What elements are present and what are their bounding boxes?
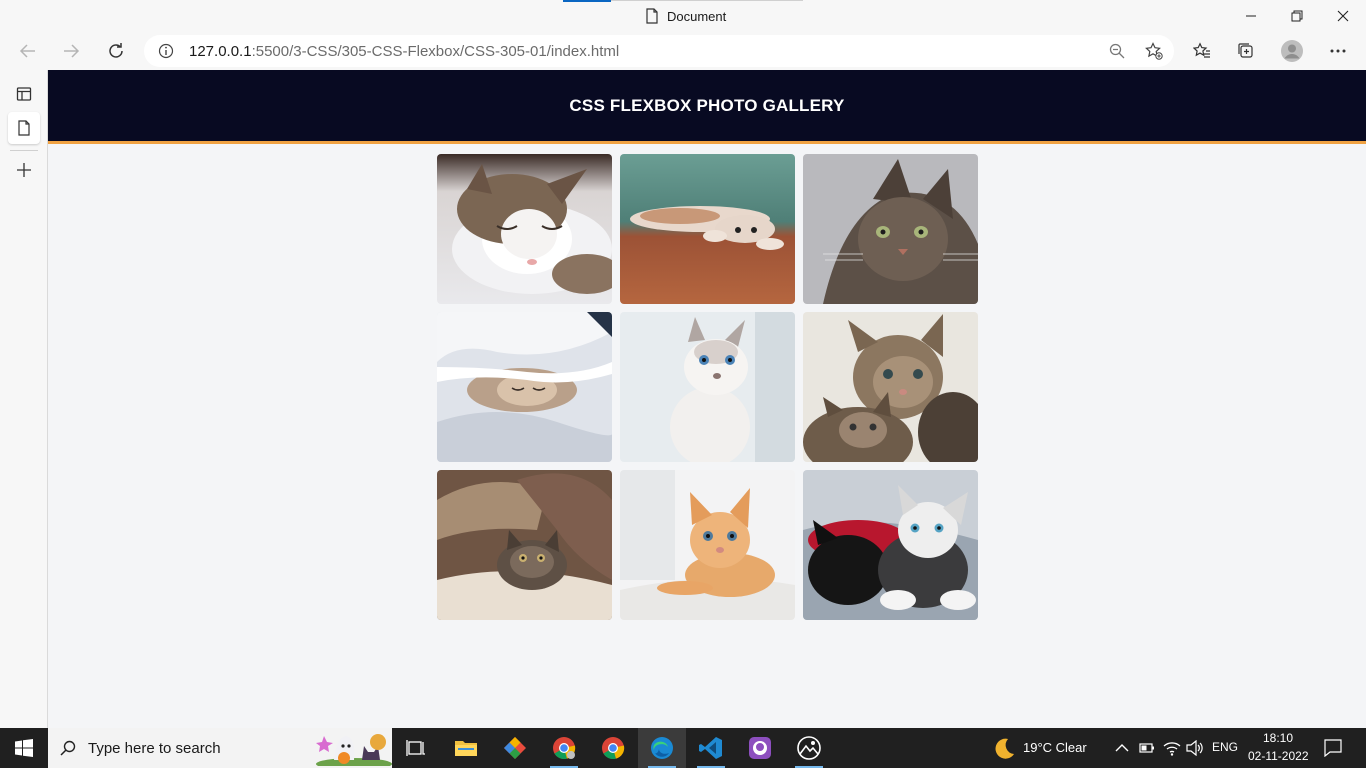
tab-strip-line	[611, 0, 803, 1]
title-bar: Document	[0, 0, 1366, 32]
back-button[interactable]	[12, 36, 44, 66]
url-text[interactable]: 127.0.0.1:5500/3-CSS/305-CSS-Flexbox/CSS…	[189, 43, 619, 60]
new-tab-icon	[17, 163, 31, 177]
gallery-photo-2	[620, 154, 795, 304]
tab-actions-icon	[16, 87, 32, 101]
photos-icon	[797, 736, 821, 760]
vscode-icon	[699, 737, 722, 759]
gallery-photo-4	[437, 312, 612, 462]
chrome-app-2[interactable]	[589, 728, 637, 768]
close-button[interactable]	[1320, 4, 1366, 28]
edge-app[interactable]	[638, 728, 686, 768]
window-title-text: Document	[667, 8, 727, 24]
sidebar-divider	[10, 150, 38, 151]
folder-icon	[455, 741, 477, 756]
page-tab-icon	[18, 120, 30, 136]
restore-button[interactable]	[1274, 4, 1320, 28]
collections-button[interactable]	[1230, 36, 1262, 66]
clock-time[interactable]: 18:10	[1263, 731, 1293, 745]
sidebar-tab-document[interactable]	[8, 112, 40, 144]
page-title: CSS FLEXBOX PHOTO GALLERY	[569, 95, 845, 115]
vscode-app[interactable]	[687, 728, 735, 768]
github-desktop-app[interactable]	[736, 728, 784, 768]
file-explorer-app[interactable]	[442, 728, 490, 768]
page-header: CSS FLEXBOX PHOTO GALLERY	[48, 70, 1366, 144]
address-bar[interactable]: 127.0.0.1:5500/3-CSS/305-CSS-Flexbox/CSS…	[144, 35, 1174, 67]
tab-actions-button[interactable]	[8, 78, 40, 110]
windows-logo-icon	[15, 739, 33, 757]
profile-button[interactable]	[1276, 36, 1308, 66]
volume-icon[interactable]	[1186, 740, 1204, 756]
gallery-photo-7	[437, 470, 612, 620]
wifi-icon[interactable]	[1163, 740, 1181, 756]
vertical-tabs-sidebar	[0, 70, 48, 728]
url-host: 127.0.0.1	[189, 43, 252, 60]
weather-text[interactable]: 19°C Clear	[1023, 740, 1087, 755]
collections-icon	[1238, 43, 1253, 58]
profile-icon	[1281, 40, 1303, 62]
site-info-icon[interactable]	[158, 43, 174, 59]
gallery-photo-1	[437, 154, 612, 304]
git-icon	[504, 737, 526, 759]
favorites-icon	[1193, 42, 1210, 58]
minimize-icon	[1246, 15, 1256, 17]
refresh-button[interactable]	[100, 36, 132, 66]
document-icon	[646, 8, 658, 24]
clock-date[interactable]: 02-11-2022	[1248, 749, 1309, 763]
photo-gallery	[437, 154, 978, 620]
search-icon	[60, 740, 76, 756]
browser-toolbar: 127.0.0.1:5500/3-CSS/305-CSS-Flexbox/CSS…	[0, 32, 1366, 70]
gallery-photo-8	[620, 470, 795, 620]
taskbar-search[interactable]: Type here to search	[48, 728, 392, 768]
show-hidden-icons-icon[interactable]	[1115, 742, 1129, 754]
forward-button[interactable]	[55, 36, 87, 66]
git-app[interactable]	[491, 728, 539, 768]
photos-app[interactable]	[785, 728, 833, 768]
task-view-icon	[406, 740, 425, 756]
gallery-photo-5	[620, 312, 795, 462]
add-favorite-icon[interactable]	[1145, 42, 1163, 60]
new-tab-button[interactable]	[8, 154, 40, 186]
more-icon	[1330, 49, 1346, 53]
restore-icon	[1291, 10, 1303, 22]
search-placeholder: Type here to search	[88, 740, 221, 757]
chrome-app-1[interactable]	[540, 728, 588, 768]
github-icon	[749, 737, 771, 759]
weather-moon-icon[interactable]	[990, 736, 1016, 762]
zoom-out-icon[interactable]	[1109, 43, 1125, 59]
windows-taskbar: Type here to search 19°C Clear ENG 18:10…	[0, 728, 1366, 768]
favorites-button[interactable]	[1186, 36, 1218, 66]
close-icon	[1337, 10, 1349, 22]
url-path: :5500/3-CSS/305-CSS-Flexbox/CSS-305-01/i…	[251, 43, 620, 60]
notification-icon[interactable]	[1324, 739, 1342, 757]
more-button[interactable]	[1322, 36, 1354, 66]
language-indicator[interactable]: ENG	[1212, 740, 1238, 754]
tab-indicator	[563, 0, 611, 2]
start-button[interactable]	[0, 728, 48, 768]
search-highlight-icon	[316, 734, 392, 766]
edge-icon	[651, 737, 673, 759]
refresh-icon	[109, 43, 123, 58]
window-title: Document	[645, 8, 726, 24]
gallery-photo-9	[803, 470, 978, 620]
chrome-icon	[553, 737, 576, 760]
page-content: CSS FLEXBOX PHOTO GALLERY	[48, 70, 1366, 728]
gallery-photo-3	[803, 154, 978, 304]
battery-icon[interactable]	[1139, 741, 1155, 755]
back-icon	[19, 44, 35, 58]
task-view-button[interactable]	[392, 728, 440, 768]
forward-icon	[64, 44, 80, 58]
minimize-button[interactable]	[1228, 4, 1274, 28]
gallery-photo-6	[803, 312, 978, 462]
chrome-icon	[602, 737, 625, 760]
